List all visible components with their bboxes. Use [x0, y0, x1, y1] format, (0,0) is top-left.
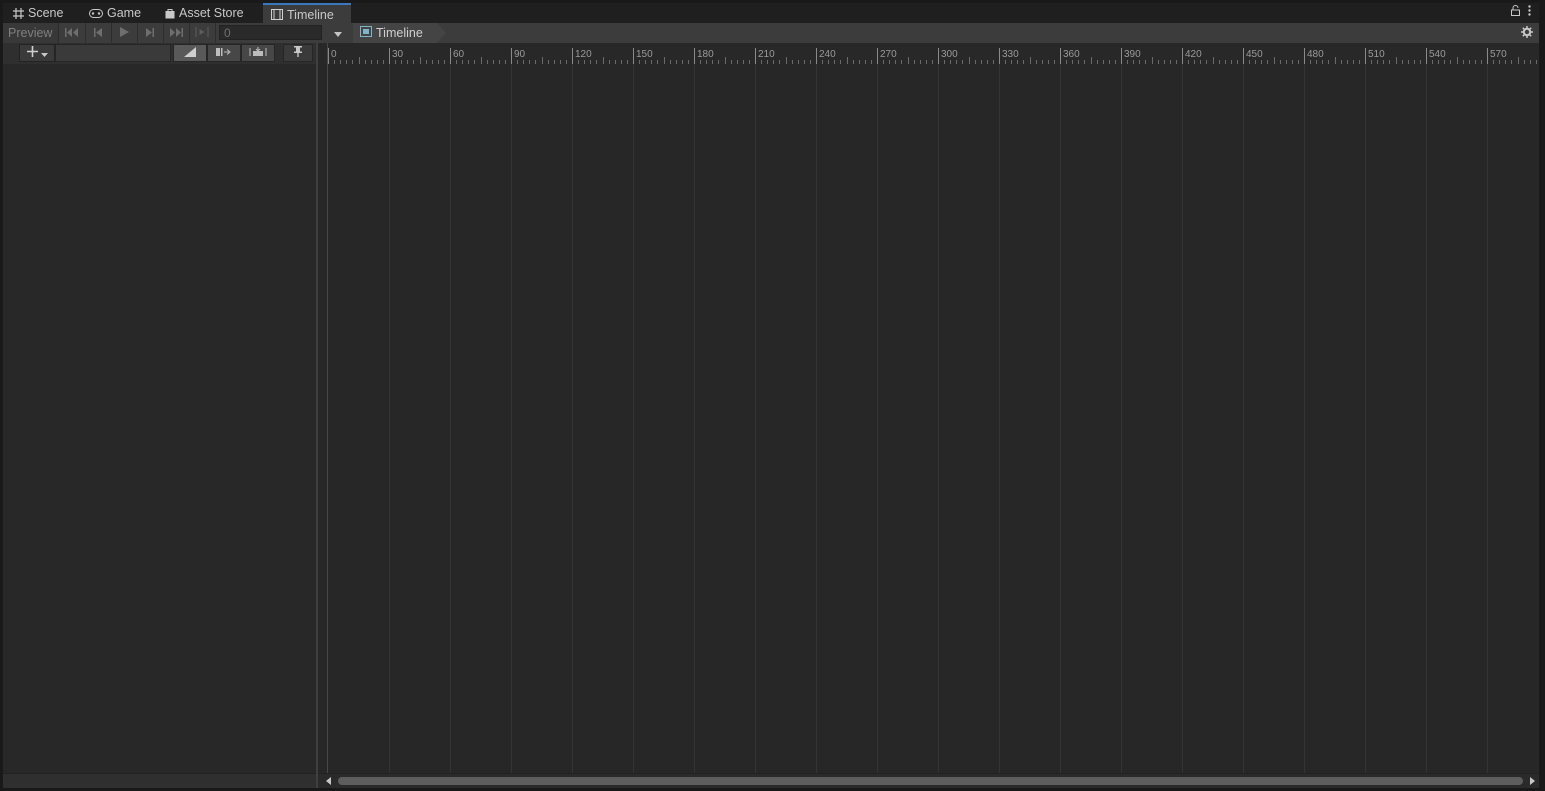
play-range-icon	[195, 26, 209, 40]
ruler-label: 480	[1307, 49, 1324, 60]
ripple-mode-button[interactable]	[207, 44, 241, 62]
timeline-toolbar: Preview 0 Timeline	[3, 23, 1539, 44]
go-to-end-icon	[169, 26, 183, 40]
ruler-label: 510	[1368, 49, 1385, 60]
play-range-button[interactable]	[189, 23, 216, 43]
tab-label: Scene	[28, 6, 64, 20]
mix-mode-icon	[182, 46, 198, 60]
replace-mode-icon	[249, 46, 267, 60]
track-list-panel[interactable]	[3, 64, 316, 773]
breadcrumb[interactable]: Timeline	[353, 23, 446, 43]
tab-label: Asset Store	[179, 6, 244, 20]
kebab-menu-icon[interactable]	[1528, 5, 1531, 19]
previous-frame-icon	[93, 26, 103, 40]
timeline-start-marker	[327, 43, 328, 773]
track-header-controls	[3, 43, 317, 65]
time-ruler[interactable]: 0 30 60 90 120 150 180 210 240 270 300 330 360 390 420…	[318, 43, 1539, 65]
tab-scene[interactable]: Scene	[5, 3, 71, 23]
pin-icon	[294, 46, 302, 60]
scroll-left-arrow-icon[interactable]	[323, 776, 333, 786]
ruler-label: 0	[331, 49, 337, 60]
current-frame-field[interactable]: 0	[219, 25, 322, 40]
play-button[interactable]	[111, 23, 138, 43]
shopping-bag-icon	[165, 8, 175, 19]
ruler-label: 570	[1490, 49, 1507, 60]
ruler-label: 330	[1002, 49, 1019, 60]
tab-label: Timeline	[287, 7, 334, 22]
add-track-button[interactable]	[19, 44, 55, 62]
ruler-label: 390	[1124, 49, 1141, 60]
timeline-asset-icon	[360, 26, 372, 40]
ruler-label: 120	[575, 49, 592, 60]
timeline-window: Scene Game Asset Store Timeline Preview …	[2, 2, 1540, 789]
tab-game[interactable]: Game	[81, 3, 149, 23]
ruler-label: 360	[1063, 49, 1080, 60]
ruler-ticks: 0 30 60 90 120 150 180 210 240 270 300 330 360 390 420…	[328, 48, 1537, 64]
ruler-label: 450	[1246, 49, 1263, 60]
tab-label: Game	[107, 6, 142, 20]
play-icon	[119, 26, 129, 40]
go-to-end-button[interactable]	[163, 23, 190, 43]
previous-frame-button[interactable]	[85, 23, 112, 43]
go-to-start-button[interactable]	[59, 23, 86, 43]
ripple-mode-icon	[216, 46, 232, 60]
mix-mode-button[interactable]	[173, 44, 207, 62]
ruler-label: 540	[1429, 49, 1446, 60]
track-clip-area[interactable]	[318, 64, 1539, 773]
chevron-down-icon	[334, 26, 342, 40]
tab-asset-store[interactable]: Asset Store	[157, 3, 252, 23]
preview-button[interactable]: Preview	[3, 23, 59, 43]
next-frame-button[interactable]	[137, 23, 164, 43]
gamepad-icon	[89, 8, 103, 18]
chevron-down-icon	[40, 46, 48, 60]
ruler-label: 30	[392, 49, 404, 60]
snap-pin-button[interactable]	[283, 44, 313, 62]
ruler-label: 90	[514, 49, 526, 60]
go-to-start-icon	[65, 26, 79, 40]
scroll-right-arrow-icon[interactable]	[1527, 776, 1537, 786]
track-list-footer	[3, 773, 316, 788]
ruler-label: 210	[758, 49, 775, 60]
tab-bar: Scene Game Asset Store Timeline	[3, 3, 1539, 24]
ruler-label: 300	[941, 49, 958, 60]
ruler-label: 150	[636, 49, 653, 60]
horizontal-scrollbar[interactable]	[318, 773, 1539, 788]
plus-icon	[26, 46, 38, 60]
film-strip-icon	[271, 9, 283, 20]
ruler-label: 270	[880, 49, 897, 60]
breadcrumb-label: Timeline	[376, 26, 423, 40]
ruler-label: 240	[819, 49, 836, 60]
ruler-label: 60	[453, 49, 465, 60]
tab-timeline[interactable]: Timeline	[263, 3, 351, 24]
frame-format-dropdown[interactable]	[327, 23, 349, 43]
next-frame-icon	[145, 26, 155, 40]
grid-hash-icon	[13, 7, 24, 19]
gear-icon[interactable]	[1521, 26, 1533, 41]
ruler-label: 180	[697, 49, 714, 60]
replace-mode-button[interactable]	[241, 44, 275, 62]
window-controls	[1511, 5, 1531, 19]
scrollbar-thumb[interactable]	[338, 777, 1523, 785]
lock-icon[interactable]	[1511, 5, 1520, 19]
ruler-label: 420	[1185, 49, 1202, 60]
track-search-area	[55, 44, 171, 62]
timeline-grid	[389, 64, 1488, 773]
